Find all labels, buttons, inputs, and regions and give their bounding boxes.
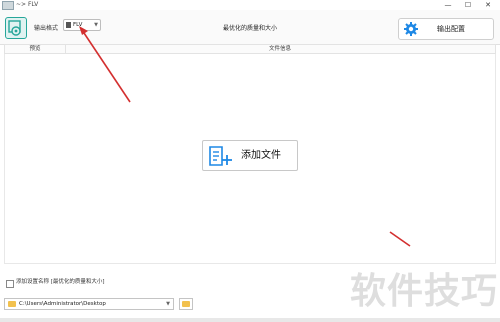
arrow-annotation [389,231,411,247]
annotation-arrows [79,26,411,247]
arrow-annotation [79,26,131,103]
